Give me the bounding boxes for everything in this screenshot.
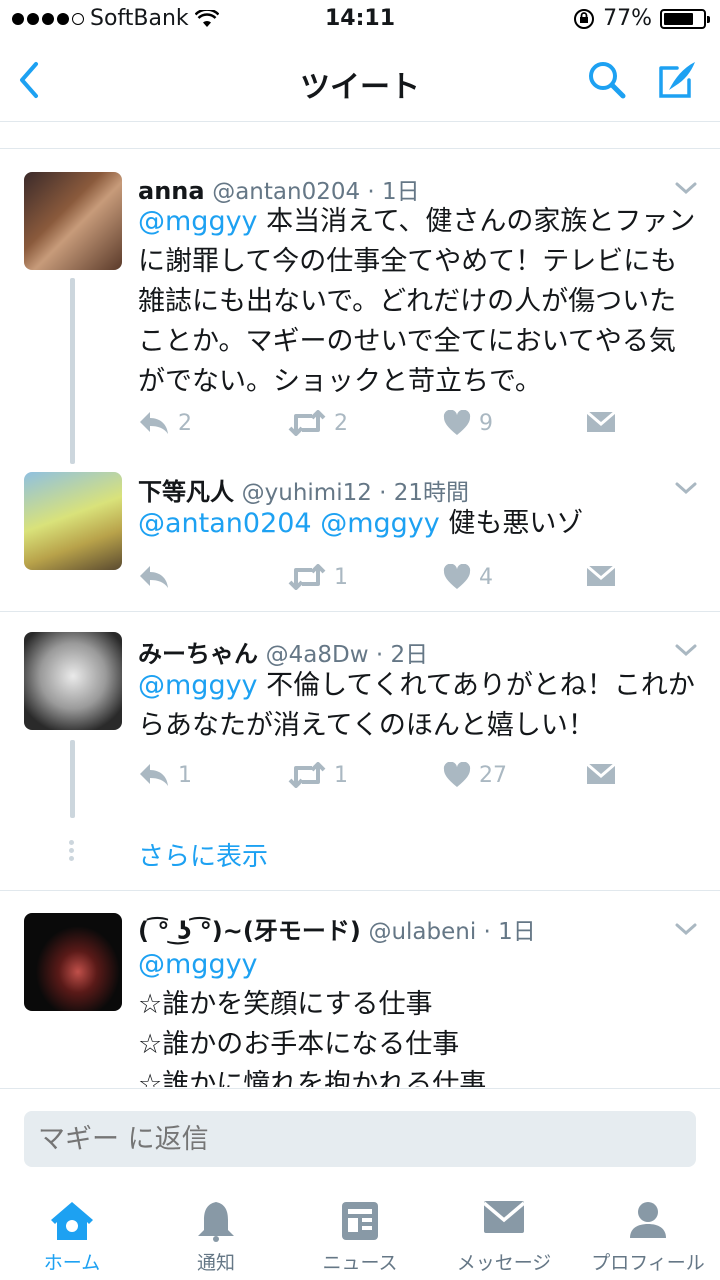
retweet-button[interactable]: 1 <box>288 762 348 788</box>
reply-bar <box>0 1088 720 1184</box>
author-name[interactable]: ( ͡° ͜ʖ ͡°)~(牙モード) <box>138 917 361 945</box>
avatar[interactable] <box>24 913 122 1011</box>
heart-icon <box>443 564 471 589</box>
reply-input[interactable] <box>24 1111 696 1167</box>
chevron-down-icon[interactable] <box>674 642 698 658</box>
author-name[interactable]: 下等凡人 <box>138 478 234 506</box>
avatar[interactable] <box>24 472 122 570</box>
reply-icon <box>140 566 168 588</box>
author-handle: @ulabeni · 1日 <box>368 919 536 945</box>
tweet-ulabeni[interactable]: ( ͡° ͜ʖ ͡°)~(牙モード) @ulabeni · 1日 @mggyy … <box>0 891 720 1087</box>
author-handle: @yuhimi12 · 21時間 <box>241 480 470 506</box>
heart-icon <box>443 410 471 435</box>
mention-link[interactable]: @mggyy <box>138 670 258 701</box>
tweet-actions: 1 1 27 <box>138 762 638 792</box>
home-icon <box>51 1202 93 1240</box>
tweet-text: @antan0204 @mggyy 健も悪いゾ <box>138 508 584 539</box>
tab-home[interactable]: ホーム <box>0 1184 144 1280</box>
tweet-miichan[interactable]: みーちゃん @4a8Dw · 2日 @mggyy 不倫してくれてありがとね！これ… <box>0 612 720 890</box>
dm-button[interactable] <box>586 762 616 786</box>
divider <box>0 148 720 149</box>
like-button[interactable]: 27 <box>443 762 507 788</box>
mention-link[interactable]: @antan0204 @mggyy <box>138 508 440 539</box>
tab-bar: ホーム 通知 ニュース メッセージ プロフィール <box>0 1184 720 1280</box>
reply-icon <box>140 764 168 786</box>
chevron-down-icon[interactable] <box>674 480 698 496</box>
chevron-down-icon[interactable] <box>674 921 698 937</box>
mention-link[interactable]: @mggyy <box>138 949 258 980</box>
show-more-link[interactable]: さらに表示 <box>138 836 268 873</box>
news-icon <box>342 1202 378 1240</box>
reply-button[interactable]: 2 <box>138 410 192 436</box>
thread-line <box>70 278 75 464</box>
tab-notifications[interactable]: 通知 <box>144 1184 288 1280</box>
nav-bar: ツイート <box>0 40 720 122</box>
author-name[interactable]: anna <box>138 177 205 205</box>
author-handle: @4a8Dw · 2日 <box>265 642 429 668</box>
author-name[interactable]: みーちゃん <box>138 640 258 668</box>
retweet-button[interactable]: 2 <box>288 410 348 436</box>
tweet-katou[interactable]: 下等凡人 @yuhimi12 · 21時間 @antan0204 @mggyy … <box>0 460 720 610</box>
search-icon[interactable] <box>585 58 629 102</box>
reply-button[interactable]: 1 <box>138 762 192 788</box>
tweet-text: @mggyy ☆誰かを笑顔にする仕事 ☆誰かのお手本になる仕事 ☆誰かに憧れを抱… <box>138 949 487 1087</box>
more-dots-icon <box>68 840 76 864</box>
thread-line <box>70 740 75 818</box>
tab-news[interactable]: ニュース <box>288 1184 432 1280</box>
envelope-icon <box>483 1201 525 1233</box>
tab-messages[interactable]: メッセージ <box>432 1184 576 1280</box>
profile-icon <box>630 1202 666 1238</box>
retweet-icon <box>288 564 326 590</box>
retweet-button[interactable]: 1 <box>288 564 348 590</box>
avatar[interactable] <box>24 172 122 270</box>
envelope-icon <box>586 762 616 784</box>
tweet-actions: 2 2 9 <box>138 410 638 440</box>
retweet-icon <box>288 410 326 436</box>
mention-link[interactable]: @mggyy <box>138 206 258 237</box>
tweet-text: @mggyy 不倫してくれてありがとね！これからあなたが消えてくのほんと嬉しい！ <box>138 670 695 741</box>
retweet-icon <box>288 762 326 788</box>
reply-icon <box>140 412 168 434</box>
tweet-actions: 1 4 <box>138 564 638 594</box>
status-bar: SoftBank 14:11 77% <box>0 0 720 40</box>
compose-icon[interactable] <box>655 58 699 102</box>
battery-icon <box>660 8 710 29</box>
heart-icon <box>443 762 471 787</box>
like-button[interactable]: 4 <box>443 564 493 590</box>
tweet-anna[interactable]: anna @antan0204 · 1日 @mggyy 本当消えて、健さんの家族… <box>0 150 720 464</box>
envelope-icon <box>586 564 616 586</box>
like-button[interactable]: 9 <box>443 410 493 436</box>
rotation-lock-icon <box>574 8 595 29</box>
bell-icon <box>198 1202 234 1242</box>
reply-button[interactable] <box>138 564 178 590</box>
dm-button[interactable] <box>586 564 616 588</box>
envelope-icon <box>586 410 616 432</box>
battery-percent: 77% <box>603 6 652 31</box>
avatar[interactable] <box>24 632 122 730</box>
tweet-text: @mggyy 本当消えて、健さんの家族とファンに謝罪して今の仕事全てやめて！テレ… <box>138 206 696 397</box>
tab-profile[interactable]: プロフィール <box>576 1184 720 1280</box>
chevron-down-icon[interactable] <box>674 180 698 196</box>
dm-button[interactable] <box>586 410 616 434</box>
